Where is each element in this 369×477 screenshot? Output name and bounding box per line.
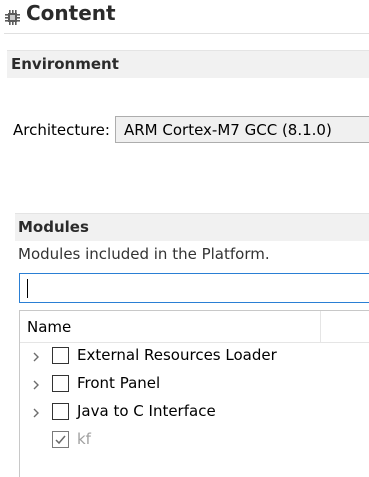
content-page: Content Environment Architecture: ARM Co… <box>0 0 369 477</box>
tree-row-external-resources-loader[interactable]: External Resources Loader <box>20 343 369 371</box>
module-checkbox[interactable] <box>52 347 69 364</box>
environment-section-header[interactable]: Environment <box>7 50 369 78</box>
environment-section-title: Environment <box>11 55 119 73</box>
chevron-right-icon[interactable] <box>30 407 42 419</box>
title-divider <box>4 33 369 34</box>
module-checkbox-checked[interactable] <box>52 431 69 448</box>
chevron-right-icon[interactable] <box>30 379 42 391</box>
chevron-right-icon[interactable] <box>30 351 42 363</box>
architecture-combobox[interactable]: ARM Cortex-M7 GCC (8.1.0) <box>115 116 369 143</box>
tree-row-front-panel[interactable]: Front Panel <box>20 371 369 399</box>
tree-column-header[interactable]: Name <box>20 311 369 343</box>
column-header-name: Name <box>27 318 72 336</box>
module-label: Java to C Interface <box>77 402 216 420</box>
modules-filter-input[interactable] <box>19 273 369 303</box>
architecture-value: ARM Cortex-M7 GCC (8.1.0) <box>124 121 332 139</box>
page-title: Content <box>26 1 116 25</box>
column-separator[interactable] <box>320 311 321 342</box>
module-label: Front Panel <box>77 374 161 392</box>
modules-description: Modules included in the Platform. <box>18 245 270 263</box>
architecture-label: Architecture: <box>13 121 110 139</box>
module-label: kf <box>77 430 91 448</box>
page-header: Content <box>0 0 369 32</box>
module-checkbox[interactable] <box>52 403 69 420</box>
module-label: External Resources Loader <box>77 346 277 364</box>
tree-row-kf[interactable]: kf <box>20 427 369 455</box>
modules-section-header[interactable]: Modules <box>15 213 369 241</box>
tree-row-java-to-c-interface[interactable]: Java to C Interface <box>20 399 369 427</box>
modules-tree[interactable]: Name External Resources Loader Front Pan… <box>19 310 369 477</box>
checkmark-icon <box>55 435 66 445</box>
module-checkbox[interactable] <box>52 375 69 392</box>
chip-gear-icon <box>5 10 20 25</box>
modules-section-title: Modules <box>18 218 89 236</box>
text-caret <box>27 279 28 298</box>
